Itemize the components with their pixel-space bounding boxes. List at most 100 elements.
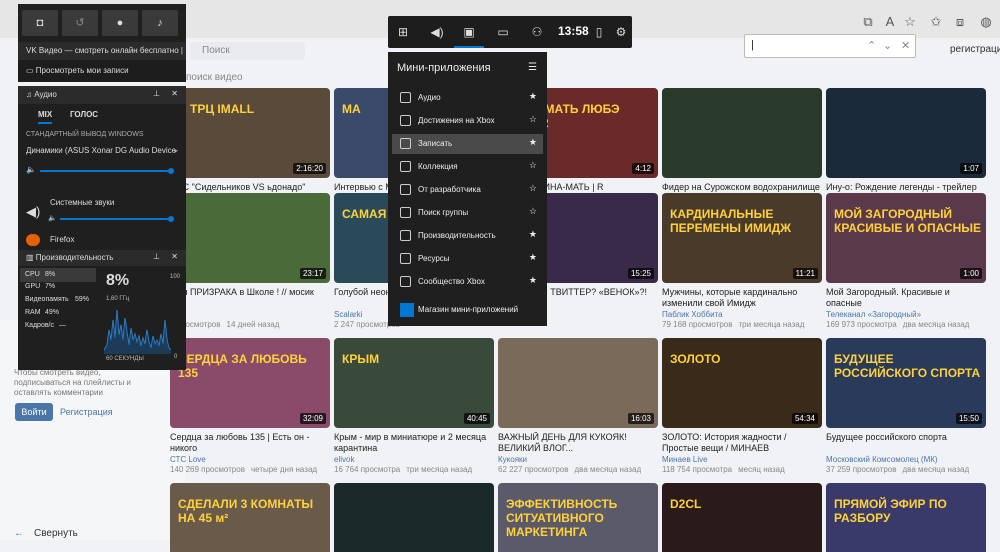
video-thumbnail[interactable]: [662, 88, 822, 178]
favorite-star-icon[interactable]: ★: [529, 275, 537, 286]
find-input[interactable]: |: [751, 39, 754, 51]
favorite-star-icon[interactable]: ☆: [529, 183, 537, 194]
pin-icon[interactable]: ⊥: [153, 252, 160, 261]
close-icon[interactable]: ✕: [901, 39, 910, 52]
video-thumbnail[interactable]: СЕРДЦА ЗА ЛЮБОВЬ 135 32:09: [170, 338, 330, 428]
login-button[interactable]: Войти: [15, 403, 53, 421]
system-volume-knob[interactable]: [168, 216, 174, 222]
video-title[interactable]: ЗОЛОТО: История жадности / Простые вещи …: [662, 432, 822, 454]
mini-app-item[interactable]: Сообщество Xbox ★: [392, 272, 543, 292]
mini-app-item[interactable]: Аудио ★: [392, 88, 543, 108]
favorite-star-icon[interactable]: ★: [529, 229, 537, 240]
mini-app-item[interactable]: Ресурсы ★: [392, 249, 543, 269]
tab-voice[interactable]: ГОЛОС: [70, 110, 98, 119]
video-channel[interactable]: Минаев Live: [662, 455, 708, 464]
favorite-add-icon[interactable]: ☆: [902, 14, 918, 30]
gpu-row[interactable]: GPU 7%: [25, 283, 55, 290]
close-icon[interactable]: ✕: [171, 252, 178, 261]
collapse-button[interactable]: ← Свернуть: [14, 528, 78, 539]
favorite-star-icon[interactable]: ★: [529, 137, 537, 148]
favorite-star-icon[interactable]: ★: [529, 91, 537, 102]
system-volume-slider[interactable]: [60, 218, 174, 220]
chevron-down-icon[interactable]: ⌄: [883, 39, 892, 52]
performance-widget-icon[interactable]: ▭: [488, 16, 518, 48]
video-title[interactable]: Мой Загородный. Красивые и опасные: [826, 287, 986, 309]
mini-app-item[interactable]: Записать ★: [392, 134, 543, 154]
settings-gear-icon[interactable]: ⚙: [606, 16, 636, 48]
video-thumbnail[interactable]: 16:03: [498, 338, 658, 428]
microphone-icon[interactable]: ♪: [142, 10, 178, 36]
register-button[interactable]: Регистрация: [60, 407, 113, 417]
video-thumbnail[interactable]: В ТРЦ IMALL 2:16:20: [170, 88, 330, 178]
video-title[interactable]: Сердца за любовь 135 | Есть он - никого: [170, 432, 330, 454]
video-title[interactable]: Моя ПРИЗРАКА в Школе ! // мосик: [170, 287, 330, 298]
video-thumbnail[interactable]: 23:17: [170, 193, 330, 283]
mini-app-item[interactable]: От разработчика ☆: [392, 180, 543, 200]
widget-store-button[interactable]: Магазин мини-приложений: [392, 299, 543, 321]
mini-app-item[interactable]: Поиск группы ☆: [392, 203, 543, 223]
favorites-icon[interactable]: ✩: [928, 14, 944, 30]
pin-icon[interactable]: ⊥: [153, 89, 160, 98]
record-last-button[interactable]: ↺: [62, 10, 98, 36]
video-channel[interactable]: elivok: [334, 455, 354, 464]
mini-app-item[interactable]: Коллекция ☆: [392, 157, 543, 177]
search-input[interactable]: Поиск: [190, 42, 305, 60]
tab-icon[interactable]: ⧉: [860, 14, 876, 30]
video-thumbnail[interactable]: ПРЯМОЙ ЭФИР ПО РАЗБОРУ: [826, 483, 986, 552]
master-volume-slider[interactable]: [40, 170, 174, 172]
master-volume-knob[interactable]: [168, 168, 174, 174]
video-meta: 79 168 просмотров три месяца назад: [662, 320, 804, 329]
video-thumbnail[interactable]: 1:07: [826, 88, 986, 178]
video-thumbnail[interactable]: МОЙ ЗАГОРОДНЫЙ КРАСИВЫЕ И ОПАСНЫЕ 1:00: [826, 193, 986, 283]
collections-icon[interactable]: ⧈: [952, 14, 968, 30]
video-title[interactable]: Ину-о: Рождение легенды - трейлер: [826, 182, 986, 193]
chevron-up-icon[interactable]: ⌃: [867, 39, 876, 52]
device-select[interactable]: Динамики (ASUS Xonar DG Audio Device): [26, 146, 176, 155]
cpu-row[interactable]: CPU 8%: [25, 271, 55, 278]
video-duration: 15:25: [627, 268, 654, 279]
profile-icon[interactable]: ◍: [978, 14, 994, 30]
favorite-star-icon[interactable]: ★: [529, 252, 537, 263]
video-channel[interactable]: Паблик Хоббита: [662, 310, 723, 319]
video-title[interactable]: ВАЖНЫЙ ДЕНЬ ДЛЯ КУКОЯК! ВЕЛИКИЙ ВЛОГ...: [498, 432, 658, 454]
find-bar[interactable]: | ⌃ ⌄ ✕: [744, 34, 916, 58]
video-thumbnail[interactable]: ЭФФЕКТИВНОСТЬ СИТУАТИВНОГО МАРКЕТИНГА: [498, 483, 658, 552]
vram-row[interactable]: Видеопамять 59%: [25, 296, 89, 303]
volume-icon: 🔈: [48, 215, 57, 222]
video-thumbnail[interactable]: БУДУЩЕЕ РОССИЙСКОГО СПОРТА 15:50: [826, 338, 986, 428]
ram-row[interactable]: RAM 49%: [25, 309, 59, 316]
video-thumbnail[interactable]: D2CL: [662, 483, 822, 552]
read-aloud-icon[interactable]: A: [882, 14, 898, 30]
video-thumbnail[interactable]: КРЫМ 40:45: [334, 338, 494, 428]
view-records-link[interactable]: ▭ Просмотреть мои записи: [18, 60, 186, 82]
tab-mix[interactable]: MIX: [38, 110, 53, 124]
xbox-social-icon[interactable]: ⚇: [522, 16, 552, 48]
close-icon[interactable]: ✕: [171, 89, 178, 98]
record-button[interactable]: ●: [102, 10, 138, 36]
speaker-icon: ◀): [26, 204, 41, 219]
mini-app-item[interactable]: Производительность ★: [392, 226, 543, 246]
settings-sliders-icon[interactable]: ☰: [528, 62, 537, 73]
video-channel[interactable]: Телеканал «Загородный»: [826, 310, 921, 319]
video-channel[interactable]: СТС Love: [170, 455, 206, 464]
favorite-star-icon[interactable]: ☆: [529, 160, 537, 171]
favorite-star-icon[interactable]: ☆: [529, 206, 537, 217]
video-channel[interactable]: Кукояки: [498, 455, 527, 464]
video-thumbnail[interactable]: СДЕЛАЛИ 3 КОМНАТЫ НА 45 м²: [170, 483, 330, 552]
video-title[interactable]: Будущее российского спорта: [826, 432, 986, 443]
capture-widget-icon[interactable]: ▣: [454, 16, 484, 48]
video-thumbnail[interactable]: [334, 483, 494, 552]
video-thumbnail[interactable]: ЗОЛОТО 54:34: [662, 338, 822, 428]
video-channel[interactable]: Московский Комсомолец (МК): [826, 455, 938, 464]
mini-app-item[interactable]: Достижения на Xbox ☆: [392, 111, 543, 131]
fps-row[interactable]: Кадров/с —: [25, 322, 66, 329]
register-link[interactable]: регистрация: [950, 44, 1000, 55]
video-title[interactable]: Мужчины, которые кардинально изменили св…: [662, 287, 822, 309]
favorite-star-icon[interactable]: ☆: [529, 114, 537, 125]
video-thumbnail[interactable]: КАРДИНАЛЬНЫЕ ПЕРЕМЕНЫ ИМИДЖ 11:21: [662, 193, 822, 283]
video-channel[interactable]: Scalarki: [334, 310, 362, 319]
video-title[interactable]: Крым - мир в миниатюре и 2 месяца карант…: [334, 432, 494, 454]
audio-widget-icon[interactable]: ◀): [422, 16, 452, 48]
widget-menu-icon[interactable]: ⊞: [388, 16, 418, 48]
screenshot-button[interactable]: ◘: [22, 10, 58, 36]
